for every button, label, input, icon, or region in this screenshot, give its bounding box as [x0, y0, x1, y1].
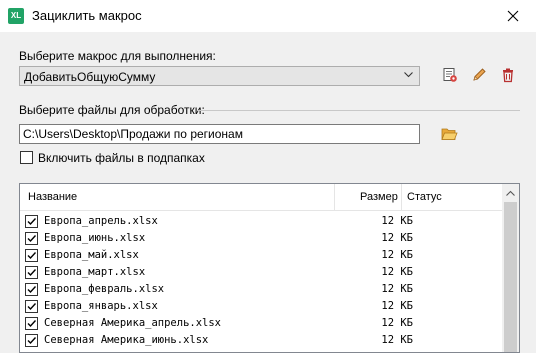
- file-size: 12 КБ: [381, 249, 413, 261]
- file-size: 12 КБ: [381, 215, 413, 227]
- folder-path-field[interactable]: [19, 124, 420, 144]
- edit-macro-button[interactable]: [470, 66, 488, 84]
- close-button[interactable]: [490, 0, 536, 32]
- scroll-thumb[interactable]: [504, 202, 517, 352]
- macro-label: Выберите макрос для выполнения:: [19, 49, 216, 63]
- macro-select-value: ДобавитьОбщуюСумму: [24, 70, 156, 84]
- file-row-checkbox[interactable]: [25, 300, 38, 313]
- checkmark-icon: [27, 337, 37, 345]
- file-size: 12 КБ: [381, 283, 413, 295]
- file-list[interactable]: Название Размер Статус Европа_апрель.xls…: [19, 183, 520, 353]
- section-divider: [197, 110, 520, 111]
- excel-icon: XL: [8, 8, 24, 24]
- folder-icon: [440, 128, 458, 140]
- vertical-scrollbar[interactable]: [502, 184, 519, 352]
- macro-settings-icon: [443, 68, 457, 82]
- file-name: Европа_июнь.xlsx: [44, 232, 146, 244]
- list-header: Название Размер Статус: [20, 184, 502, 211]
- include-subfolders-checkbox[interactable]: [20, 151, 33, 164]
- file-row-checkbox[interactable]: [25, 249, 38, 262]
- macro-settings-button[interactable]: [441, 66, 459, 84]
- column-header-size[interactable]: Размер: [360, 184, 398, 210]
- file-row[interactable]: Европа_июнь.xlsx 12 КБ: [20, 230, 502, 247]
- column-header-name[interactable]: Название: [28, 184, 77, 210]
- file-size: 12 КБ: [381, 317, 413, 329]
- file-row[interactable]: Европа_апрель.xlsx 12 КБ: [20, 213, 502, 230]
- file-row[interactable]: Европа_март.xlsx 12 КБ: [20, 264, 502, 281]
- column-header-status[interactable]: Статус: [407, 184, 442, 210]
- pencil-icon: [473, 68, 486, 81]
- folder-path-input[interactable]: [23, 126, 413, 142]
- checkmark-icon: [27, 218, 37, 226]
- trash-icon: [503, 68, 513, 83]
- file-row-checkbox[interactable]: [25, 283, 38, 296]
- file-row[interactable]: Европа_январь.xlsx 12 КБ: [20, 298, 502, 315]
- window-title: Зациклить макрос: [32, 8, 142, 23]
- file-row[interactable]: Северная Америка_апрель.xlsx 12 КБ: [20, 315, 502, 332]
- file-name: Северная Америка_апрель.xlsx: [44, 317, 222, 329]
- include-subfolders-label: Включить файлы в подпапках: [38, 151, 205, 165]
- file-row-checkbox[interactable]: [25, 334, 38, 347]
- column-divider: [401, 184, 402, 210]
- macro-select[interactable]: ДобавитьОбщуюСумму: [19, 66, 420, 86]
- scroll-up-button[interactable]: [502, 184, 519, 201]
- file-name: Европа_апрель.xlsx: [44, 215, 158, 227]
- title-bar: XL Зациклить макрос: [0, 0, 536, 32]
- close-icon: [507, 10, 519, 22]
- file-size: 12 КБ: [381, 334, 413, 346]
- file-size: 12 КБ: [381, 266, 413, 278]
- file-row-checkbox[interactable]: [25, 215, 38, 228]
- file-row-checkbox[interactable]: [25, 317, 38, 330]
- browse-folder-button[interactable]: [440, 125, 458, 143]
- checkmark-icon: [27, 320, 37, 328]
- file-row[interactable]: Европа_май.xlsx 12 КБ: [20, 247, 502, 264]
- file-row[interactable]: Европа_февраль.xlsx 12 КБ: [20, 281, 502, 298]
- file-row-checkbox[interactable]: [25, 266, 38, 279]
- checkmark-icon: [27, 252, 37, 260]
- checkmark-icon: [27, 286, 37, 294]
- checkmark-icon: [27, 303, 37, 311]
- files-label: Выберите файлы для обработки:: [19, 103, 205, 117]
- file-name: Европа_январь.xlsx: [44, 300, 158, 312]
- file-name: Северная Америка_июнь.xlsx: [44, 334, 209, 346]
- checkmark-icon: [27, 269, 37, 277]
- file-row-checkbox[interactable]: [25, 232, 38, 245]
- column-divider: [334, 184, 335, 210]
- checkmark-icon: [27, 235, 37, 243]
- file-name: Европа_февраль.xlsx: [44, 283, 165, 295]
- file-size: 12 КБ: [381, 300, 413, 312]
- delete-macro-button[interactable]: [499, 66, 517, 84]
- file-size: 12 КБ: [381, 232, 413, 244]
- file-row[interactable]: Северная Америка_июнь.xlsx 12 КБ: [20, 332, 502, 349]
- file-name: Европа_март.xlsx: [44, 266, 146, 278]
- scroll-up-arrow-icon: [506, 190, 515, 196]
- chevron-down-icon: [404, 72, 413, 78]
- file-name: Европа_май.xlsx: [44, 249, 139, 261]
